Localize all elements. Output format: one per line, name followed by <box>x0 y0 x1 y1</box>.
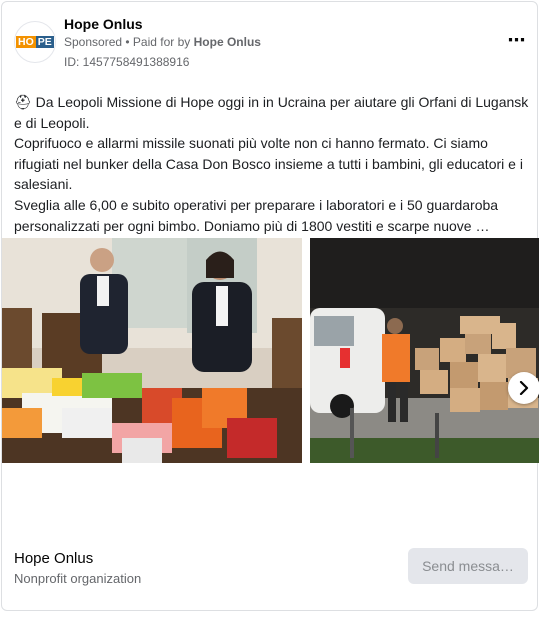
more-options-icon[interactable]: ⋯ <box>504 28 528 52</box>
send-message-button[interactable]: Send messa… <box>408 548 528 584</box>
advertiser-name[interactable]: Hope Onlus <box>14 550 93 567</box>
post-line: ⛑ Da Leopoli Missione di Hope oggi in in… <box>14 94 529 131</box>
ad-header: HO PE Hope Onlus Sponsored • Paid for by… <box>14 14 528 74</box>
page-name[interactable]: Hope Onlus <box>64 16 143 32</box>
paid-for-name: Hope Onlus <box>193 35 261 49</box>
post-line: Coprifuoco e allarmi missile suonati più… <box>14 135 523 193</box>
post-text: ⛑ Da Leopoli Missione di Hope oggi in in… <box>14 92 530 257</box>
meta-separator: • <box>122 35 133 49</box>
ad-card: HO PE Hope Onlus Sponsored • Paid for by… <box>1 1 539 611</box>
sponsored-label: Sponsored <box>64 35 123 49</box>
page-avatar[interactable]: HO PE <box>14 21 56 63</box>
hope-logo: HO PE <box>16 36 55 48</box>
paid-for-prefix: Paid for by <box>132 35 194 49</box>
carousel-next-button[interactable] <box>508 372 539 404</box>
ad-meta: Sponsored • Paid for by Hope Onlus <box>64 35 261 49</box>
volunteers-photo-illustration <box>2 238 302 463</box>
boxes-photo-illustration <box>310 238 539 463</box>
chevron-right-icon <box>519 381 529 395</box>
ad-id: ID: 1457758491388916 <box>64 55 190 69</box>
image-carousel <box>2 238 539 463</box>
advertiser-category: Nonprofit organization <box>14 571 142 586</box>
carousel-photo-volunteers[interactable] <box>2 238 302 463</box>
logo-text-right: PE <box>35 36 54 48</box>
carousel-photo-boxes[interactable] <box>310 238 539 463</box>
logo-text-left: HO <box>16 36 36 48</box>
